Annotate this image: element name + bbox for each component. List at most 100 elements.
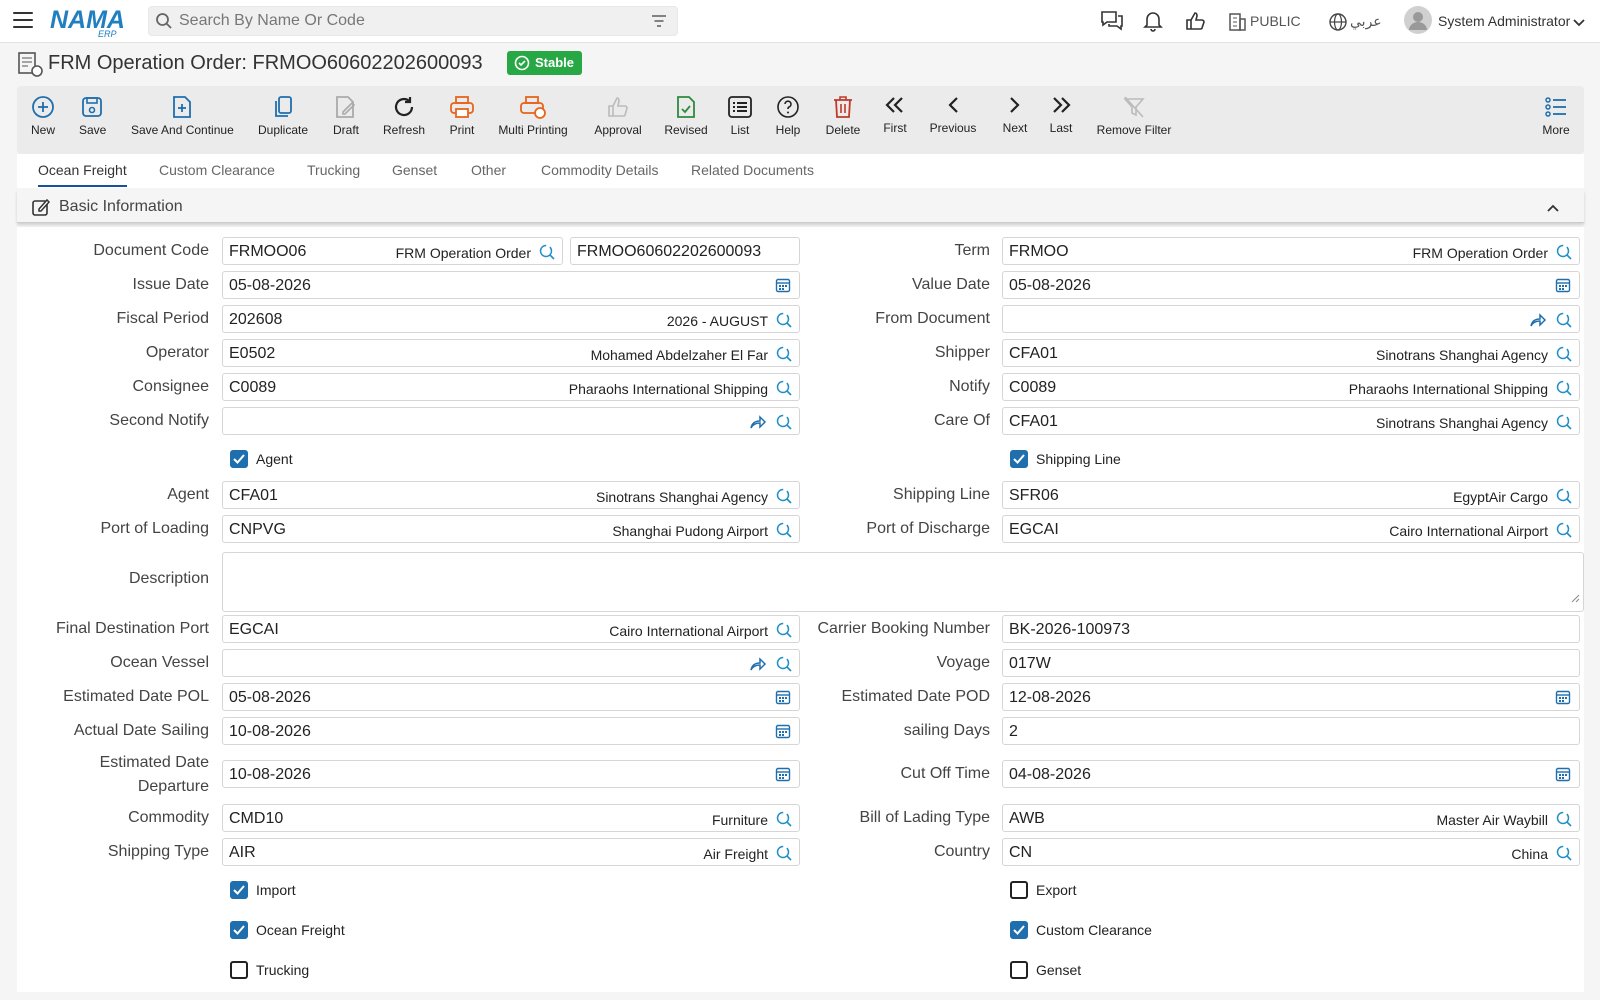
- save-button[interactable]: Save: [79, 94, 106, 137]
- save-continue-button[interactable]: Save And Continue: [131, 94, 234, 137]
- calendar-icon[interactable]: [1555, 277, 1571, 298]
- user-name[interactable]: System Administrator: [1438, 13, 1570, 29]
- ocean-vessel-field[interactable]: [222, 649, 800, 677]
- calendar-icon[interactable]: [775, 723, 791, 744]
- bol-type-field[interactable]: AWB Master Air Waybill: [1002, 804, 1580, 832]
- term-field[interactable]: FRMOO FRM Operation Order: [1002, 237, 1580, 265]
- next-button[interactable]: Next: [1000, 92, 1030, 135]
- description-textarea[interactable]: [222, 552, 1584, 612]
- new-button[interactable]: New: [31, 94, 55, 137]
- est-date-pod-field[interactable]: 12-08-2026: [1002, 683, 1580, 711]
- lookup-icon[interactable]: [775, 810, 793, 833]
- company-label[interactable]: PUBLIC: [1250, 13, 1301, 29]
- lookup-icon[interactable]: [775, 487, 793, 510]
- tab-ocean-freight[interactable]: Ocean Freight: [38, 162, 127, 187]
- print-button[interactable]: Print: [448, 94, 476, 137]
- voyage-field[interactable]: 017W: [1002, 649, 1580, 677]
- operator-field[interactable]: E0502 Mohamed Abdelzaher El Far: [222, 339, 800, 367]
- share-icon[interactable]: [1529, 312, 1547, 333]
- port-loading-field[interactable]: CNPVG Shanghai Pudong Airport: [222, 515, 800, 543]
- revised-button[interactable]: Revised: [663, 94, 709, 137]
- tab-custom-clearance[interactable]: Custom Clearance: [159, 162, 275, 178]
- lookup-icon[interactable]: [775, 379, 793, 402]
- tab-trucking[interactable]: Trucking: [307, 162, 360, 178]
- lookup-icon[interactable]: [775, 521, 793, 544]
- globe-icon[interactable]: [1328, 12, 1348, 37]
- tab-related-documents[interactable]: Related Documents: [691, 162, 814, 178]
- lookup-icon[interactable]: [775, 413, 793, 436]
- last-button[interactable]: Last: [1048, 92, 1074, 135]
- list-button[interactable]: List: [727, 94, 753, 137]
- chevron-down-icon[interactable]: [1572, 15, 1586, 33]
- lookup-icon[interactable]: [775, 844, 793, 867]
- calendar-icon[interactable]: [1555, 766, 1571, 787]
- calendar-icon[interactable]: [775, 766, 791, 787]
- thumbs-up-icon[interactable]: [1184, 10, 1206, 37]
- calendar-icon[interactable]: [775, 277, 791, 298]
- duplicate-button[interactable]: Duplicate: [258, 94, 308, 137]
- bell-icon[interactable]: [1142, 10, 1164, 37]
- consignee-field[interactable]: C0089 Pharaohs International Shipping: [222, 373, 800, 401]
- actual-sailing-field[interactable]: 10-08-2026: [222, 717, 800, 745]
- lookup-icon[interactable]: [1555, 379, 1573, 402]
- resize-handle-icon[interactable]: [1570, 590, 1580, 608]
- issue-date-field[interactable]: 05-08-2026: [222, 271, 800, 299]
- chat-icon[interactable]: [1100, 10, 1124, 37]
- nama-logo[interactable]: NAMA ERP: [50, 6, 132, 39]
- commodity-field[interactable]: CMD10 Furniture: [222, 804, 800, 832]
- lookup-icon[interactable]: [775, 621, 793, 644]
- menu-icon[interactable]: [13, 12, 33, 30]
- lookup-icon[interactable]: [1555, 487, 1573, 510]
- lookup-icon[interactable]: [1555, 311, 1573, 334]
- lookup-icon[interactable]: [1555, 844, 1573, 867]
- second-notify-field[interactable]: [222, 407, 800, 435]
- lookup-icon[interactable]: [1555, 521, 1573, 544]
- shipper-field[interactable]: CFA01 Sinotrans Shanghai Agency: [1002, 339, 1580, 367]
- calendar-icon[interactable]: [1555, 689, 1571, 710]
- language-switch[interactable]: عربي: [1350, 13, 1382, 30]
- lookup-icon[interactable]: [775, 345, 793, 368]
- approval-button[interactable]: Approval: [592, 94, 644, 137]
- est-departure-field[interactable]: 10-08-2026: [222, 760, 800, 788]
- tab-other[interactable]: Other: [471, 162, 506, 178]
- fiscal-period-field[interactable]: 202608 2026 - AUGUST: [222, 305, 800, 333]
- previous-button[interactable]: Previous: [929, 92, 977, 135]
- remove-filter-button[interactable]: Remove Filter: [1096, 94, 1172, 137]
- lookup-icon[interactable]: [775, 655, 793, 678]
- lookup-icon[interactable]: [1555, 345, 1573, 368]
- shipping-line-field[interactable]: SFR06 EgyptAir Cargo: [1002, 481, 1580, 509]
- basic-information-header[interactable]: Basic Information: [17, 190, 1584, 223]
- delete-button[interactable]: Delete: [825, 94, 861, 137]
- filter-icon[interactable]: [651, 14, 667, 33]
- share-icon[interactable]: [749, 414, 767, 435]
- chevron-up-icon[interactable]: [1546, 200, 1560, 218]
- lookup-icon[interactable]: [1555, 810, 1573, 833]
- lookup-icon[interactable]: [1555, 243, 1573, 266]
- refresh-button[interactable]: Refresh: [381, 94, 427, 137]
- document-number-field[interactable]: FRMOO60602202600093: [570, 237, 800, 265]
- shipping-type-field[interactable]: AIR Air Freight: [222, 838, 800, 866]
- est-date-pol-field[interactable]: 05-08-2026: [222, 683, 800, 711]
- document-code-field[interactable]: FRMOO06 FRM Operation Order: [222, 237, 563, 265]
- calendar-icon[interactable]: [775, 689, 791, 710]
- lookup-icon[interactable]: [775, 311, 793, 334]
- sailing-days-field[interactable]: 2: [1002, 717, 1580, 745]
- multi-printing-button[interactable]: Multi Printing: [497, 94, 569, 137]
- first-button[interactable]: First: [881, 92, 909, 135]
- care-of-field[interactable]: CFA01 Sinotrans Shanghai Agency: [1002, 407, 1580, 435]
- value-date-field[interactable]: 05-08-2026: [1002, 271, 1580, 299]
- cut-off-field[interactable]: 04-08-2026: [1002, 760, 1580, 788]
- avatar[interactable]: [1404, 6, 1432, 39]
- final-destination-field[interactable]: EGCAI Cairo International Airport: [222, 615, 800, 643]
- lookup-icon[interactable]: [538, 243, 556, 266]
- search-input[interactable]: [179, 7, 629, 35]
- carrier-booking-field[interactable]: BK-2026-100973: [1002, 615, 1580, 643]
- share-icon[interactable]: [749, 656, 767, 677]
- more-button[interactable]: More: [1541, 94, 1571, 137]
- draft-button[interactable]: Draft: [332, 94, 360, 137]
- from-document-field[interactable]: [1002, 305, 1580, 333]
- lookup-icon[interactable]: [1555, 413, 1573, 436]
- notify-field[interactable]: C0089 Pharaohs International Shipping: [1002, 373, 1580, 401]
- help-button[interactable]: Help: [774, 94, 802, 137]
- tab-commodity-details[interactable]: Commodity Details: [541, 162, 658, 178]
